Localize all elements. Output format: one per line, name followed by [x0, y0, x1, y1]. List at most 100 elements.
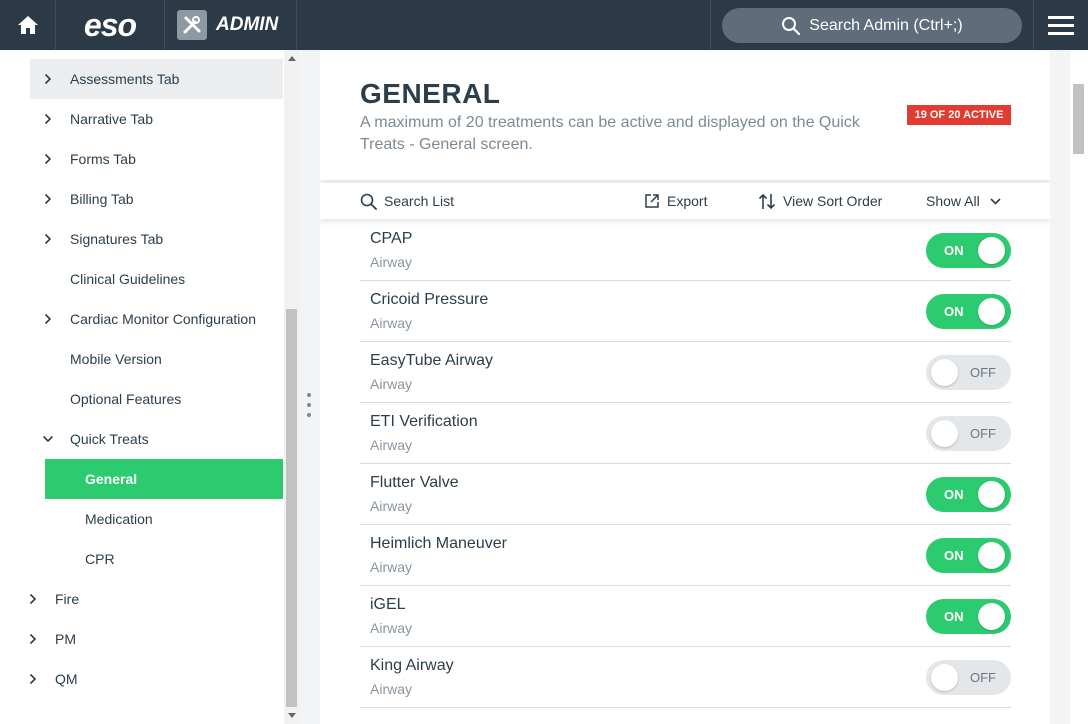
treatment-toggle[interactable]: ON: [926, 599, 1011, 634]
sidebar-item-forms-tab[interactable]: Forms Tab: [30, 139, 283, 179]
treatment-name: EasyTube Airway: [370, 352, 494, 369]
toggle-knob: [978, 481, 1005, 508]
treatment-category: Airway: [370, 315, 413, 331]
export-label: Export: [667, 193, 708, 209]
show-all-dropdown[interactable]: Show All: [926, 183, 1008, 219]
toggle-state: OFF: [970, 426, 996, 441]
scroll-up-icon[interactable]: [288, 56, 296, 61]
treatment-toggle[interactable]: OFF: [926, 416, 1011, 451]
sidebar-item-cardiac-monitor-configuration[interactable]: Cardiac Monitor Configuration: [30, 299, 283, 339]
page-description: A maximum of 20 treatments can be active…: [360, 114, 860, 153]
sidebar-item-label: Assessments Tab: [70, 71, 180, 87]
admin-search-button[interactable]: Search Admin (Ctrl+;): [722, 8, 1022, 43]
toggle-state: ON: [944, 243, 964, 258]
sidebar-item-qm[interactable]: QM: [15, 659, 283, 699]
sidebar-item-fire[interactable]: Fire: [15, 579, 283, 619]
chevron-right-icon: [44, 113, 52, 125]
toggle-state: OFF: [970, 670, 996, 685]
search-icon: [360, 193, 377, 210]
search-list-label: Search List: [384, 193, 455, 209]
sidebar-item-quick-treats[interactable]: Quick Treats: [30, 419, 283, 459]
toggle-state: OFF: [970, 365, 996, 380]
sort-arrows-icon: [758, 193, 776, 209]
view-sort-order-label: View Sort Order: [783, 193, 883, 209]
sidebar-item-label: Quick Treats: [70, 431, 149, 447]
sidebar-item-medication[interactable]: Medication: [45, 499, 283, 539]
treatment-name: Heimlich Maneuver: [370, 535, 507, 552]
treatment-category: Airway: [370, 437, 413, 453]
treatment-toggle[interactable]: ON: [926, 538, 1011, 573]
list-item: EasyTube Airway Airway OFF: [360, 342, 1011, 403]
main-scrollbar-thumb[interactable]: [1073, 84, 1084, 154]
sidebar-item-label: QM: [55, 671, 78, 687]
sidebar-item-label: General: [85, 471, 138, 487]
toggle-knob: [978, 542, 1005, 569]
toggle-state: ON: [944, 548, 964, 563]
home-button[interactable]: [0, 0, 55, 50]
divider: [296, 0, 297, 50]
admin-search-label: Search Admin (Ctrl+;): [809, 16, 963, 34]
divider: [710, 0, 711, 50]
sidebar-item-assessments-tab[interactable]: Assessments Tab: [30, 59, 283, 99]
scroll-down-icon[interactable]: [288, 713, 296, 718]
chevron-right-icon: [44, 193, 52, 205]
treatment-toggle[interactable]: ON: [926, 477, 1011, 512]
panel-resize-handle[interactable]: [307, 393, 311, 417]
export-button[interactable]: Export: [644, 183, 707, 219]
sidebar-item-label: Mobile Version: [70, 351, 162, 367]
treatment-category: Airway: [370, 254, 413, 270]
admin-section[interactable]: ADMIN: [165, 0, 295, 50]
list-item: King Airway Airway OFF: [360, 647, 1011, 708]
list-item: Heimlich Maneuver Airway ON: [360, 525, 1011, 586]
sidebar-item-label: PM: [55, 631, 76, 647]
sidebar-item-billing-tab[interactable]: Billing Tab: [30, 179, 283, 219]
sidebar-item-clinical-guidelines[interactable]: Clinical Guidelines: [30, 259, 283, 299]
sidebar-item-narrative-tab[interactable]: Narrative Tab: [30, 99, 283, 139]
treatment-name: iGEL: [370, 596, 406, 613]
toggle-knob: [931, 359, 958, 386]
sidebar-item-signatures-tab[interactable]: Signatures Tab: [30, 219, 283, 259]
treatment-toggle[interactable]: ON: [926, 294, 1011, 329]
sidebar-nav: Assessments Tab Narrative Tab Forms Tab …: [0, 50, 284, 724]
main-menu-button[interactable]: [1034, 0, 1088, 50]
top-bar: eso ADMIN Search Admin (Ctrl+;): [0, 0, 1088, 50]
home-icon: [17, 16, 38, 34]
toggle-state: ON: [944, 304, 964, 319]
toggle-state: ON: [944, 487, 964, 502]
treatment-toggle[interactable]: OFF: [926, 355, 1011, 390]
sidebar-item-pm[interactable]: PM: [15, 619, 283, 659]
main-panel: GENERAL A maximum of 20 treatments can b…: [320, 50, 1050, 724]
sidebar-item-optional-features[interactable]: Optional Features: [30, 379, 283, 419]
treatment-category: Airway: [370, 559, 413, 575]
treatment-name: CPAP: [370, 230, 413, 247]
sidebar-item-label: Billing Tab: [70, 191, 134, 207]
toggle-knob: [931, 664, 958, 691]
sidebar-item-label: Medication: [85, 511, 153, 527]
search-list-button[interactable]: Search List: [360, 183, 454, 219]
show-all-label: Show All: [926, 193, 980, 209]
treatment-name: ETI Verification: [370, 413, 478, 430]
sidebar-item-label: Narrative Tab: [70, 111, 154, 127]
sidebar-item-cpr[interactable]: CPR: [45, 539, 283, 579]
tools-icon: [177, 10, 207, 40]
sidebar-item-mobile-version[interactable]: Mobile Version: [30, 339, 283, 379]
list-toolbar: Search List Export View Sort Order Show …: [320, 183, 1050, 219]
view-sort-order-button[interactable]: View Sort Order: [758, 183, 882, 219]
treatment-toggle[interactable]: OFF: [926, 660, 1011, 695]
sidebar-scrollbar-thumb[interactable]: [286, 309, 297, 707]
chevron-down-icon: [42, 435, 54, 443]
sidebar-item-general[interactable]: General: [45, 459, 283, 499]
treatment-category: Airway: [370, 620, 413, 636]
hamburger-icon: [1048, 16, 1074, 35]
chevron-right-icon: [44, 233, 52, 245]
chevron-right-icon: [29, 593, 37, 605]
eso-logo[interactable]: eso: [56, 0, 164, 50]
toggle-knob: [978, 298, 1005, 325]
treatment-toggle[interactable]: ON: [926, 233, 1011, 268]
toggle-knob: [978, 237, 1005, 264]
page-title: GENERAL: [360, 78, 501, 109]
treatment-name: Flutter Valve: [370, 474, 459, 491]
chevron-right-icon: [29, 633, 37, 645]
admin-label: ADMIN: [216, 14, 279, 35]
list-item: ETI Verification Airway OFF: [360, 403, 1011, 464]
